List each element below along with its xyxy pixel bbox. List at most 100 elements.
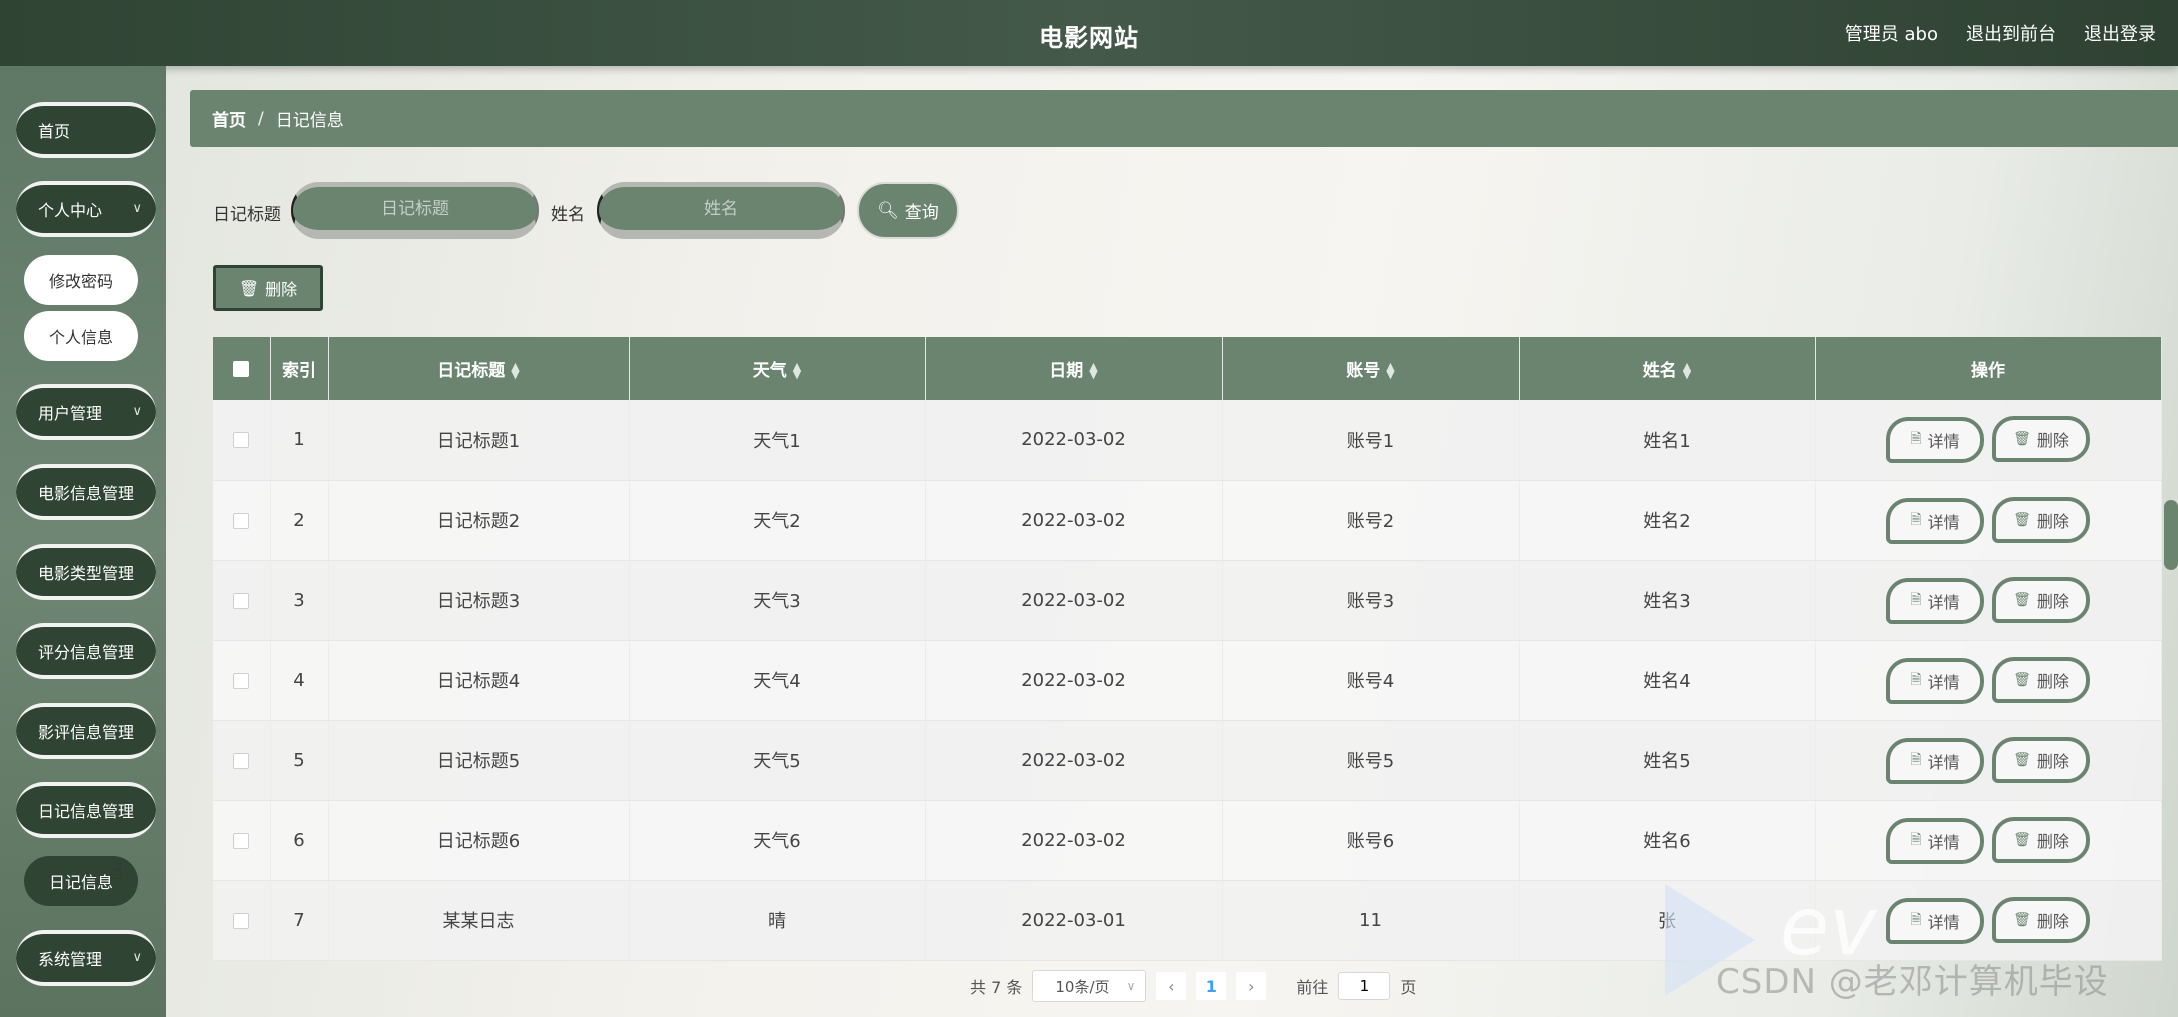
sidebar-item-review-info[interactable]: 影评信息管理: [16, 703, 156, 759]
table-cell: 姓名4: [1519, 640, 1816, 721]
sort-icon[interactable]: ▲ ▼: [1089, 361, 1097, 380]
title-search-input[interactable]: [291, 182, 539, 239]
sidebar-item-system-management[interactable]: 系统管理 ∨: [16, 930, 156, 986]
document-icon: 🗎︎: [1910, 911, 1922, 928]
delete-button[interactable]: 🗑︎ 删除: [1992, 576, 2090, 623]
sidebar-subitem-change-password[interactable]: 修改密码: [24, 255, 138, 305]
delete-button-label: 删除: [2036, 831, 2069, 851]
table-cell: 7: [270, 880, 329, 961]
row-checkbox[interactable]: [233, 672, 250, 689]
row-select-cell[interactable]: [213, 400, 271, 481]
sort-icon[interactable]: ▲ ▼: [793, 361, 801, 380]
select-all-cell[interactable]: [213, 337, 271, 400]
delete-button-label: 删除: [2036, 591, 2069, 611]
table-row: 5 日记标题5 天气5 2022-03-02 账号5 姓名5 🗎︎ 详情 🗑︎ 删除: [213, 720, 2162, 801]
column-header[interactable]: 日记标题 ▲ ▼: [328, 337, 630, 400]
batch-delete-button[interactable]: 🗑︎ 删除: [213, 265, 323, 311]
sidebar-item-diary-management[interactable]: 日记信息管理: [16, 782, 156, 838]
sidebar-item-user-management[interactable]: 用户管理 ∨: [16, 384, 156, 440]
delete-button[interactable]: 🗑︎ 删除: [1992, 416, 2090, 463]
sort-icon[interactable]: ▲ ▼: [1683, 361, 1691, 380]
sidebar-item-label: 个人中心: [38, 201, 103, 220]
row-select-cell[interactable]: [213, 800, 271, 881]
operation-cell: 🗎︎ 详情 🗑︎ 删除: [1815, 480, 2162, 561]
operation-cell: 🗎︎ 详情 🗑︎ 删除: [1815, 640, 2162, 721]
delete-button[interactable]: 🗑︎ 删除: [1992, 816, 2090, 863]
table-cell: 2022-03-02: [925, 640, 1223, 721]
table-row: 6 日记标题6 天气6 2022-03-02 账号6 姓名6 🗎︎ 详情 🗑︎ 删除: [213, 800, 2162, 881]
scrollbar-handle[interactable]: [2164, 500, 2178, 570]
detail-button[interactable]: 🗎︎ 详情: [1886, 497, 1984, 544]
table-cell: 6: [270, 800, 329, 881]
detail-button[interactable]: 🗎︎ 详情: [1886, 817, 1984, 864]
delete-button-label: 删除: [2036, 511, 2069, 531]
delete-button[interactable]: 🗑︎ 删除: [1992, 736, 2090, 783]
table-cell: 天气1: [629, 400, 926, 481]
row-checkbox[interactable]: [233, 752, 250, 769]
table-cell: 日记标题4: [328, 640, 630, 721]
prev-page-button[interactable]: ‹: [1156, 972, 1187, 1000]
sidebar-item-movie-info[interactable]: 电影信息管理: [16, 464, 156, 520]
column-header[interactable]: 姓名 ▲ ▼: [1519, 337, 1816, 400]
table-cell: 3: [270, 560, 329, 641]
row-checkbox[interactable]: [233, 432, 250, 449]
row-select-cell[interactable]: [213, 640, 271, 721]
chevron-right-icon: ›: [1248, 976, 1255, 996]
detail-button[interactable]: 🗎︎ 详情: [1886, 657, 1984, 704]
row-checkbox[interactable]: [233, 512, 250, 529]
table-cell: 日记标题6: [328, 800, 630, 881]
detail-button[interactable]: 🗎︎ 详情: [1886, 577, 1984, 624]
back-to-front-link[interactable]: 退出到前台: [1966, 20, 2056, 46]
column-header[interactable]: 账号 ▲ ▼: [1222, 337, 1520, 400]
table-cell: 天气5: [629, 720, 926, 801]
query-button[interactable]: 🔍︎ 查询: [857, 182, 959, 239]
total-count: 共 7 条: [970, 978, 1023, 997]
sidebar-subitem-label: 个人信息: [48, 328, 113, 347]
column-header[interactable]: 日期 ▲ ▼: [925, 337, 1223, 400]
row-select-cell[interactable]: [213, 720, 271, 801]
sidebar-item-rating-info[interactable]: 评分信息管理: [16, 623, 156, 679]
row-checkbox[interactable]: [233, 832, 250, 849]
logout-link[interactable]: 退出登录: [2084, 20, 2156, 46]
sidebar-item-label: 日记信息管理: [38, 802, 135, 821]
chevron-left-icon: ‹: [1168, 976, 1175, 996]
row-checkbox[interactable]: [233, 592, 250, 609]
detail-button-label: 详情: [1927, 832, 1960, 852]
document-icon: 🗎︎: [1910, 591, 1922, 608]
sidebar-item-personal-center[interactable]: 个人中心 ∨: [16, 181, 156, 237]
row-select-cell[interactable]: [213, 880, 271, 961]
breadcrumb-home[interactable]: 首页: [212, 106, 246, 131]
delete-button[interactable]: 🗑︎ 删除: [1992, 656, 2090, 703]
detail-button[interactable]: 🗎︎ 详情: [1886, 897, 1984, 944]
sidebar-subitem-personal-info[interactable]: 个人信息: [24, 311, 138, 361]
sort-icon[interactable]: ▲ ▼: [1386, 361, 1394, 380]
next-page-button[interactable]: ›: [1236, 972, 1267, 1000]
delete-button-label: 删除: [2036, 431, 2069, 451]
detail-button[interactable]: 🗎︎ 详情: [1886, 737, 1984, 784]
delete-button[interactable]: 🗑︎ 删除: [1992, 896, 2090, 943]
name-search-input[interactable]: [597, 182, 845, 239]
row-checkbox[interactable]: [233, 912, 250, 929]
row-select-cell[interactable]: [213, 480, 271, 561]
trash-icon: 🗑︎: [2013, 591, 2031, 608]
batch-delete-label: 删除: [265, 280, 298, 299]
table-cell: 2022-03-02: [925, 400, 1223, 481]
select-all-checkbox[interactable]: [233, 360, 250, 377]
page-size-select[interactable]: 10条/页 ∨: [1032, 970, 1147, 1002]
sidebar-item-label: 用户管理: [38, 404, 103, 423]
table-cell: 2022-03-01: [925, 880, 1223, 961]
detail-button[interactable]: 🗎︎ 详情: [1886, 417, 1984, 464]
sidebar-item-home[interactable]: 首页: [16, 102, 156, 158]
column-header[interactable]: 天气 ▲ ▼: [629, 337, 926, 400]
row-select-cell[interactable]: [213, 560, 271, 641]
goto-page-input[interactable]: [1338, 972, 1391, 1000]
trash-icon: 🗑︎: [238, 278, 260, 298]
detail-button-label: 详情: [1927, 912, 1960, 932]
page-unit: 页: [1400, 978, 1417, 997]
sidebar-item-movie-type[interactable]: 电影类型管理: [16, 544, 156, 600]
page-number[interactable]: 1: [1196, 972, 1227, 1000]
chevron-down-icon: ∨: [1126, 979, 1136, 993]
sort-icon[interactable]: ▲ ▼: [511, 361, 519, 380]
delete-button[interactable]: 🗑︎ 删除: [1992, 496, 2090, 543]
trash-icon: 🗑︎: [2013, 671, 2031, 688]
